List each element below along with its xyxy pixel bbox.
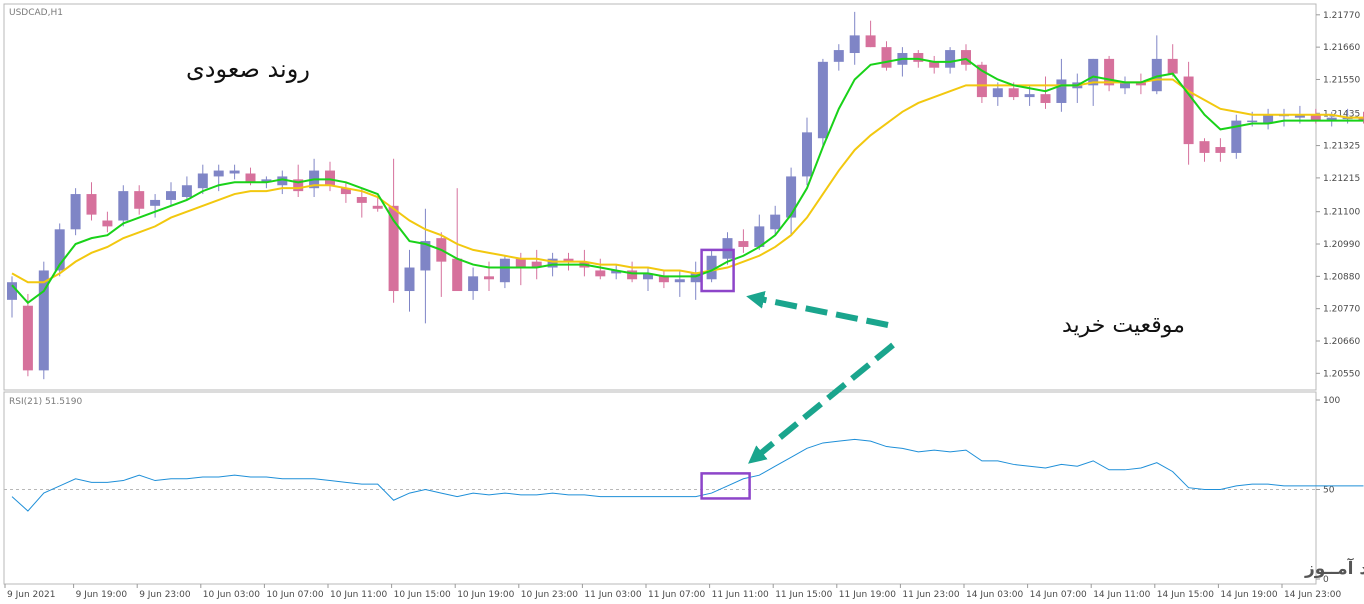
trend-annotation: روند صعودی <box>186 55 310 83</box>
candle-body <box>118 191 129 221</box>
candle-body <box>404 267 415 292</box>
time-tick-label: 9 Jun 23:00 <box>139 590 191 600</box>
candle-body <box>992 88 1003 98</box>
price-tick-label: 1.21550 <box>1323 75 1360 85</box>
candle-body <box>229 170 240 174</box>
price-tick-label: 1.21770 <box>1323 11 1360 21</box>
time-tick-label: 9 Jun 2021 <box>7 590 55 600</box>
candle-body <box>1167 58 1178 74</box>
candle-body <box>452 258 463 292</box>
price-tick-label: 1.20990 <box>1323 240 1360 250</box>
candle-body <box>1008 88 1019 98</box>
time-tick-label: 10 Jun 19:00 <box>457 590 514 600</box>
candle-body <box>1183 76 1194 145</box>
rsi-tick-label: 100 <box>1323 396 1340 406</box>
time-tick-label: 10 Jun 07:00 <box>266 590 323 600</box>
candle-body <box>22 305 33 371</box>
candle-body <box>197 173 208 189</box>
candle-body <box>86 194 97 215</box>
candle-body <box>468 276 479 292</box>
candle-body <box>738 241 749 247</box>
rsi-tick-label: 50 <box>1323 486 1335 496</box>
time-tick-label: 14 Jun 07:00 <box>1030 590 1087 600</box>
price-tick-label: 1.20660 <box>1323 337 1360 347</box>
candle-body <box>802 132 812 177</box>
candle <box>22 293 33 377</box>
candle <box>817 58 828 148</box>
candle-body <box>945 50 956 68</box>
time-tick-label: 11 Jun 15:00 <box>775 590 832 600</box>
candle-body <box>674 279 685 283</box>
candle-body <box>150 199 161 206</box>
candle-body <box>356 197 367 203</box>
candle <box>1231 114 1242 159</box>
time-tick-label: 14 Jun 19:00 <box>1220 590 1277 600</box>
time-tick-label: 10 Jun 23:00 <box>521 590 578 600</box>
time-tick-label: 9 Jun 19:00 <box>76 590 128 600</box>
time-tick-label: 11 Jun 03:00 <box>584 590 641 600</box>
candle-body <box>1040 94 1051 103</box>
candle-body <box>325 170 335 186</box>
time-tick-label: 14 Jun 03:00 <box>966 590 1023 600</box>
candle-body <box>1104 58 1115 86</box>
candle-body <box>166 191 176 200</box>
candle-body <box>1024 94 1035 98</box>
price-tick-label: 1.21100 <box>1323 208 1360 218</box>
candle <box>118 185 129 227</box>
candle-body <box>770 214 781 230</box>
candle-body <box>372 205 383 209</box>
candle-body <box>1088 58 1099 86</box>
watermark-text: انتشار در وبسایت ســود آمــوز <box>1304 557 1364 579</box>
candle-body <box>7 282 17 300</box>
candle-body <box>786 176 797 218</box>
price-tick-label: 1.21660 <box>1323 43 1360 53</box>
time-tick-label: 10 Jun 11:00 <box>330 590 387 600</box>
price-tick-label: 1.21325 <box>1323 142 1360 152</box>
candle-body <box>484 276 494 280</box>
candle-body <box>70 194 81 230</box>
candle-body <box>1056 79 1067 103</box>
time-tick-label: 14 Jun 15:00 <box>1157 590 1214 600</box>
time-tick-label: 14 Jun 11:00 <box>1093 590 1150 600</box>
candle-body <box>833 50 844 62</box>
price-tick-label: 1.20550 <box>1323 369 1360 379</box>
time-tick-label: 10 Jun 15:00 <box>394 590 451 600</box>
price-tick-label: 1.20880 <box>1323 272 1360 282</box>
candle-body <box>1247 120 1258 123</box>
price-tick-label: 1.21215 <box>1323 174 1360 184</box>
candle-body <box>1199 141 1210 153</box>
buy-annotation: موقعیت خرید <box>1062 313 1185 338</box>
time-tick-label: 11 Jun 11:00 <box>712 590 769 600</box>
symbol-label: USDCAD,H1 <box>9 8 63 18</box>
time-tick-label: 11 Jun 23:00 <box>902 590 959 600</box>
price-tick-label: 1.20770 <box>1323 305 1360 315</box>
candle-body <box>134 191 145 209</box>
candle-body <box>102 220 113 227</box>
candle-body <box>245 173 256 183</box>
candle-body <box>722 238 733 259</box>
time-tick-label: 11 Jun 07:00 <box>648 590 705 600</box>
rsi-label: RSI(21) 51.5190 <box>9 397 82 407</box>
candle <box>70 188 81 236</box>
candle-body <box>817 61 828 139</box>
candle-body <box>865 35 876 48</box>
time-tick-label: 14 Jun 23:00 <box>1284 590 1341 600</box>
candle-body <box>181 185 192 197</box>
candle-body <box>213 170 224 177</box>
candle-body <box>849 35 860 54</box>
candle-body <box>595 270 606 277</box>
trading-chart: 1.217701.216601.215501.214351.213251.212… <box>0 0 1364 604</box>
candle <box>54 223 65 277</box>
candle-body <box>515 258 526 268</box>
candle-body <box>1215 147 1226 153</box>
candle-body <box>881 47 892 68</box>
candle-body <box>499 258 510 283</box>
time-tick-label: 10 Jun 03:00 <box>203 590 260 600</box>
time-tick-label: 11 Jun 19:00 <box>839 590 896 600</box>
